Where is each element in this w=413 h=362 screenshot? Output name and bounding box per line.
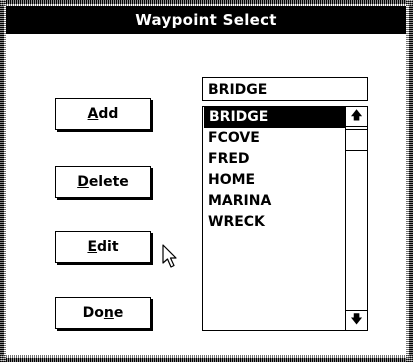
delete-mnemonic: D <box>77 174 89 190</box>
waypoint-list-item[interactable]: BRIDGE <box>204 107 345 128</box>
waypoint-list-item[interactable]: HOME <box>203 170 345 191</box>
delete-label-suffix: elete <box>88 174 129 190</box>
arrow-up-icon[interactable]: 🡅 <box>346 107 367 127</box>
waypoint-list: BRIDGE FCOVE FRED HOME MARINA WRECK <box>203 107 345 233</box>
waypoint-list-item[interactable]: MARINA <box>203 191 345 212</box>
waypoint-list-item[interactable]: FRED <box>203 149 345 170</box>
edit-label-suffix: dit <box>97 239 119 255</box>
dialog-border-right <box>406 0 413 362</box>
waypoint-name-field[interactable]: BRIDGE <box>202 77 368 101</box>
window-title: Waypoint Select <box>135 11 277 29</box>
done-label-prefix: Do <box>82 305 104 321</box>
add-label-suffix: dd <box>98 106 119 122</box>
arrow-down-icon[interactable]: 🡇 <box>346 310 367 330</box>
delete-button[interactable]: Delete <box>55 166 151 198</box>
done-label-suffix: e <box>113 305 124 321</box>
scrollbar-thumb[interactable] <box>346 129 367 151</box>
waypoint-listbox[interactable]: BRIDGE FCOVE FRED HOME MARINA WRECK 🡅 🡇 <box>202 106 368 331</box>
edit-mnemonic: E <box>87 239 98 255</box>
waypoint-name-value: BRIDGE <box>208 82 268 98</box>
mouse-pointer-icon <box>162 244 177 268</box>
dialog-border-bottom <box>0 355 413 362</box>
vertical-scrollbar[interactable]: 🡅 🡇 <box>345 107 367 330</box>
dialog-border-left <box>0 0 6 362</box>
done-mnemonic: n <box>103 305 114 321</box>
title-bar: Waypoint Select <box>6 6 406 34</box>
waypoint-list-item[interactable]: WRECK <box>203 212 345 233</box>
done-button[interactable]: Do n e <box>55 297 151 329</box>
add-button[interactable]: Add <box>55 98 151 130</box>
waypoint-list-item[interactable]: FCOVE <box>203 128 345 149</box>
add-mnemonic: A <box>87 106 99 122</box>
edit-button[interactable]: Edit <box>55 231 151 263</box>
